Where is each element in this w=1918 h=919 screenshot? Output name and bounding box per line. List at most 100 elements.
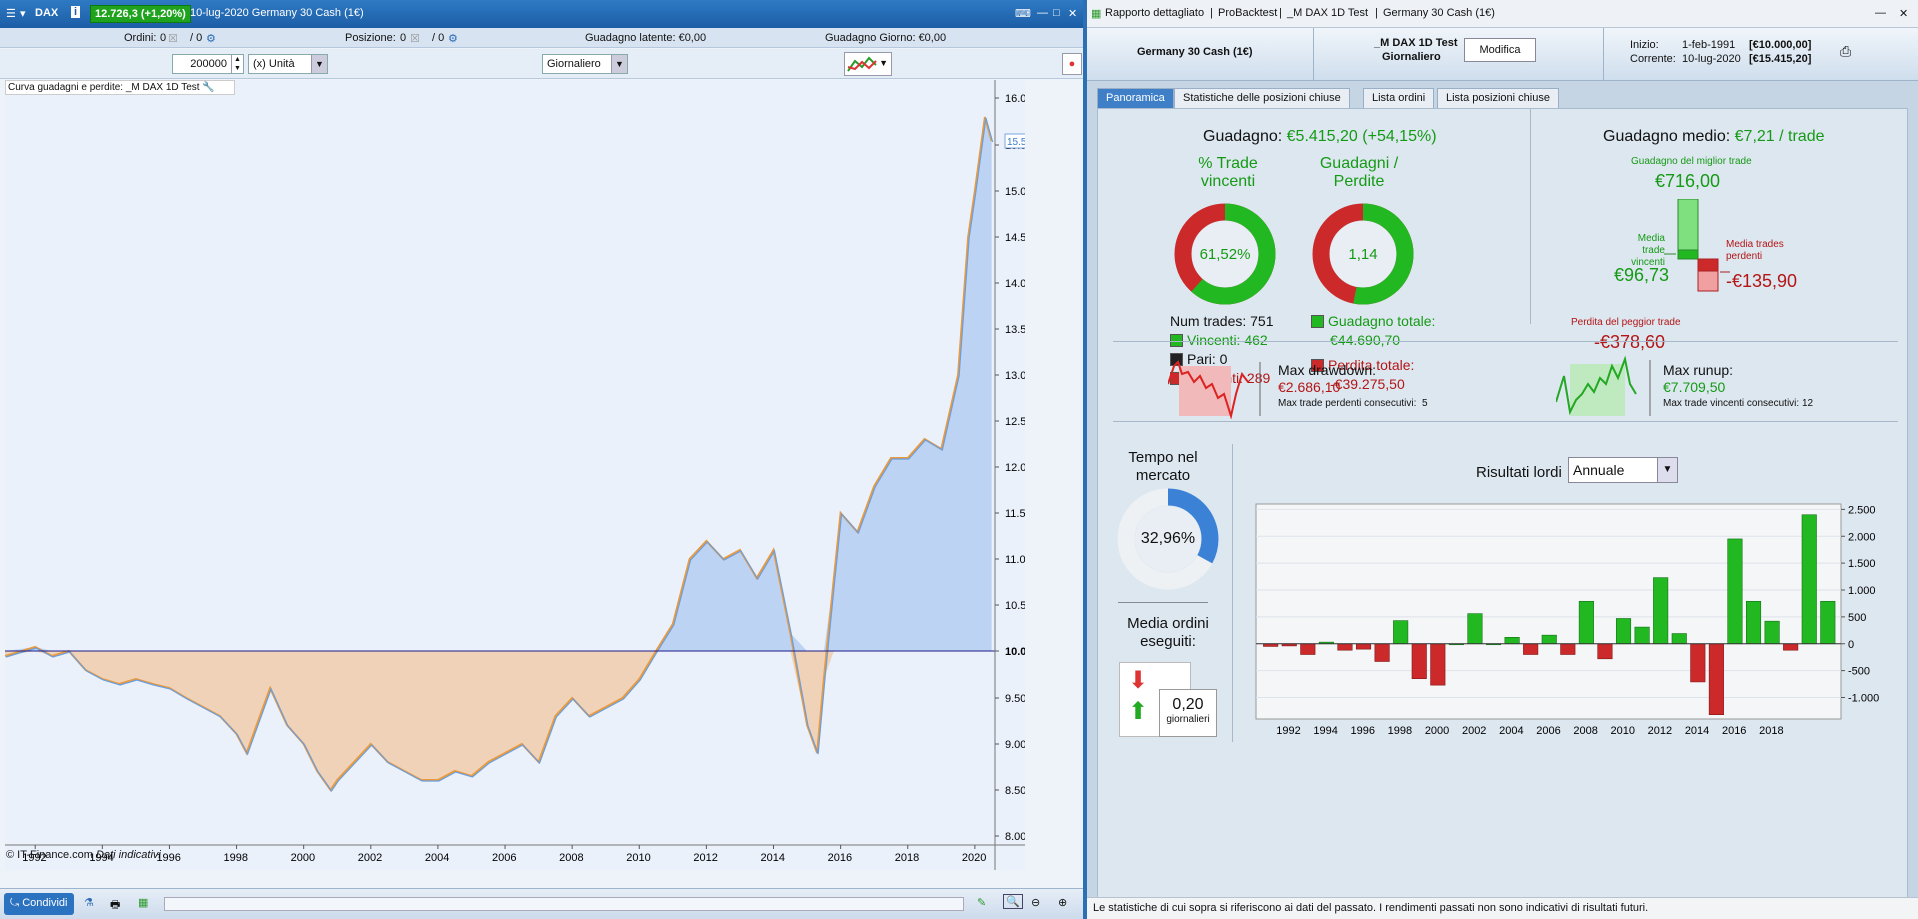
x-tick-label: 2006 bbox=[1536, 725, 1560, 737]
arrow-up-icon: ⬆ bbox=[1128, 698, 1149, 725]
annual-results-chart[interactable]: 2.500 2.000 1.500 1.000 500 0 -500 -1.000 1992 19… bbox=[1251, 494, 1901, 754]
quantity-stepper[interactable]: ▲ ▼ bbox=[231, 55, 243, 73]
result-bar bbox=[1820, 600, 1836, 645]
win-pct-value: 61,52% bbox=[1199, 246, 1251, 263]
chart-background bbox=[5, 80, 1025, 870]
wrench-icon[interactable]: 🔧 bbox=[202, 82, 214, 93]
tab-closed-stats[interactable]: Statistiche delle posizioni chiuse bbox=[1174, 88, 1350, 108]
order-toolbar: Ordini: 0 ☒ / 0 ⚙ Posizione: 0 ☒ / 0 ⚙ G… bbox=[0, 28, 1083, 48]
y-tick-label: 12.000 bbox=[1005, 462, 1025, 474]
avg-loss: -€135,90 bbox=[1726, 271, 1798, 291]
current-capital: [€15.415,20] bbox=[1749, 53, 1812, 65]
y-tick-label: 10.000 bbox=[1005, 646, 1025, 658]
drawdown-mini-chart bbox=[1168, 360, 1261, 419]
unit-select[interactable]: (x) Unità ▼ bbox=[248, 54, 328, 74]
result-bar bbox=[1597, 643, 1613, 660]
gain-swatch bbox=[1311, 315, 1324, 328]
maximize-icon[interactable]: □ bbox=[1053, 7, 1060, 19]
minimize-icon[interactable]: — bbox=[1037, 7, 1048, 19]
y-tick-label: 9.500 bbox=[1005, 693, 1025, 705]
zoom-out-icon[interactable]: ⊖ bbox=[1031, 896, 1040, 909]
chart-window: ☰ ▾ DAX i 12.726,3 (+1,20%) 10-lug-2020 … bbox=[0, 0, 1083, 919]
y-tick-label: 14.000 bbox=[1005, 278, 1025, 290]
max-consecutive-wins: Max trade vincenti consecutivi: 12 bbox=[1663, 398, 1814, 409]
cancel-orders-icon[interactable]: ☒ bbox=[168, 32, 178, 45]
period-select[interactable]: Giornaliero ▼ bbox=[542, 54, 628, 74]
chart-options-icon[interactable]: ● bbox=[1062, 53, 1082, 75]
avg-loss-bar bbox=[1697, 258, 1719, 272]
settings-toolbar: 200000 ▲ ▼ (x) Unità ▼ Giornaliero ▼ ▼ ● bbox=[0, 49, 1083, 79]
arrow-down-icon: ⬇ bbox=[1128, 667, 1149, 694]
avg-orders-value: 0,20 bbox=[1172, 696, 1204, 713]
position-value-2: / 0 bbox=[432, 32, 445, 44]
result-bar bbox=[1764, 620, 1780, 645]
share-button[interactable]: ⤿ Condividi bbox=[4, 893, 74, 915]
close-icon[interactable]: ✕ bbox=[1068, 7, 1077, 20]
win-pct-title: % Trade vincenti bbox=[1198, 155, 1258, 190]
time-in-market-value: 32,96% bbox=[1140, 530, 1196, 547]
x-tick-label: 1994 bbox=[1313, 725, 1337, 737]
chevron-down-icon: ▼ bbox=[879, 58, 888, 68]
x-tick-label: 2018 bbox=[895, 852, 919, 864]
modify-button[interactable]: Modifica bbox=[1464, 38, 1536, 62]
minimize-icon[interactable]: — bbox=[1875, 7, 1886, 19]
y-tick-label: -1.000 bbox=[1848, 693, 1879, 705]
indicator-icon[interactable]: ⚗ bbox=[84, 896, 94, 909]
tab-overview[interactable]: Panoramica bbox=[1097, 88, 1174, 108]
x-tick-label: 2014 bbox=[1685, 725, 1709, 737]
quantity-input[interactable]: 200000 ▲ ▼ bbox=[172, 54, 244, 74]
position-settings-icon[interactable]: ⚙ bbox=[448, 32, 458, 45]
info-icon[interactable]: i bbox=[71, 6, 81, 18]
drawdown-label: Max drawdown: bbox=[1278, 362, 1377, 378]
zoom-selection-icon[interactable]: 🔍 bbox=[1003, 894, 1023, 909]
results-period-select[interactable]: Annuale ▼ bbox=[1568, 457, 1678, 483]
y-tick-label: 13.500 bbox=[1005, 324, 1025, 336]
x-tick-label: 1996 bbox=[1351, 725, 1375, 737]
daily-gain: Guadagno Giorno: €0,00 bbox=[825, 32, 947, 44]
result-bar bbox=[1430, 643, 1446, 686]
y-tick-label: 10.500 bbox=[1005, 600, 1025, 612]
y-tick-label: 2.000 bbox=[1848, 531, 1876, 543]
zoom-in-icon[interactable]: ⊕ bbox=[1058, 896, 1067, 909]
share-label: Condividi bbox=[22, 897, 68, 909]
y-tick-label: 9.000 bbox=[1005, 739, 1025, 751]
print-icon[interactable]: ⎙ bbox=[1840, 43, 1851, 60]
unit-value: (x) Unità bbox=[253, 58, 295, 70]
header-instrument-cell: Germany 30 Cash (1€) bbox=[1087, 28, 1314, 81]
header-system-cell: _M DAX 1D Test Giornaliero Modifica bbox=[1314, 28, 1604, 81]
position-value: 0 bbox=[400, 32, 407, 44]
close-icon[interactable]: ✕ bbox=[1899, 7, 1908, 20]
y-tick-label: 0 bbox=[1848, 639, 1854, 651]
drawdown-value: €2.686,10 bbox=[1278, 379, 1341, 395]
drawing-tools-icon[interactable]: ✎ bbox=[977, 896, 986, 909]
tab-closed-positions[interactable]: Lista posizioni chiuse bbox=[1437, 88, 1559, 108]
symbol-name[interactable]: DAX bbox=[35, 7, 58, 19]
chevron-down-icon: ▼ bbox=[611, 55, 627, 73]
x-tick-label: 2010 bbox=[1611, 725, 1635, 737]
dropdown-icon[interactable]: ▾ bbox=[20, 7, 26, 20]
chart-type-button[interactable]: ▼ bbox=[844, 52, 892, 76]
disclaimer-text: Le statistiche di cui sopra si riferisco… bbox=[1093, 902, 1649, 914]
orders-settings-icon[interactable]: ⚙ bbox=[206, 32, 216, 45]
avg-orders-label: Media ordini eseguiti: bbox=[1127, 615, 1209, 650]
period-value: Giornaliero bbox=[547, 58, 601, 70]
x-tick-label: 1998 bbox=[1388, 725, 1412, 737]
table-icon[interactable]: ▦ bbox=[138, 896, 148, 909]
x-tick-label: 1998 bbox=[224, 852, 248, 864]
equity-curve-chart[interactable]: 16.00015.50015.00014.50014.00013.50013.0… bbox=[5, 80, 1025, 870]
header-dates-cell: Inizio: 1-feb-1991 [€10.000,00] Corrente… bbox=[1604, 28, 1918, 81]
calculator-icon[interactable]: 🖶 bbox=[110, 896, 120, 915]
x-tick-label: 2000 bbox=[1425, 725, 1449, 737]
bottom-toolbar: ⤿ Condividi ⚗ 🖶 ▦ ✎ 🔍 ⊖ ⊕ bbox=[0, 888, 1083, 919]
menu-icon[interactable]: ☰ bbox=[6, 7, 16, 20]
report-window: ▦ Rapporto dettagliato | ProBacktest | _… bbox=[1087, 0, 1918, 919]
y-tick-label: 14.500 bbox=[1005, 232, 1025, 244]
start-capital: [€10.000,00] bbox=[1749, 39, 1812, 51]
tab-orders[interactable]: Lista ordini bbox=[1363, 88, 1435, 108]
divider bbox=[1113, 341, 1898, 342]
chart-scrollbar[interactable] bbox=[164, 897, 964, 911]
report-header: Germany 30 Cash (1€) _M DAX 1D Test Gior… bbox=[1087, 28, 1918, 81]
result-bar bbox=[1411, 643, 1427, 679]
keyboard-icon[interactable]: ⌨ bbox=[1015, 7, 1031, 20]
close-position-icon[interactable]: ☒ bbox=[410, 32, 420, 45]
